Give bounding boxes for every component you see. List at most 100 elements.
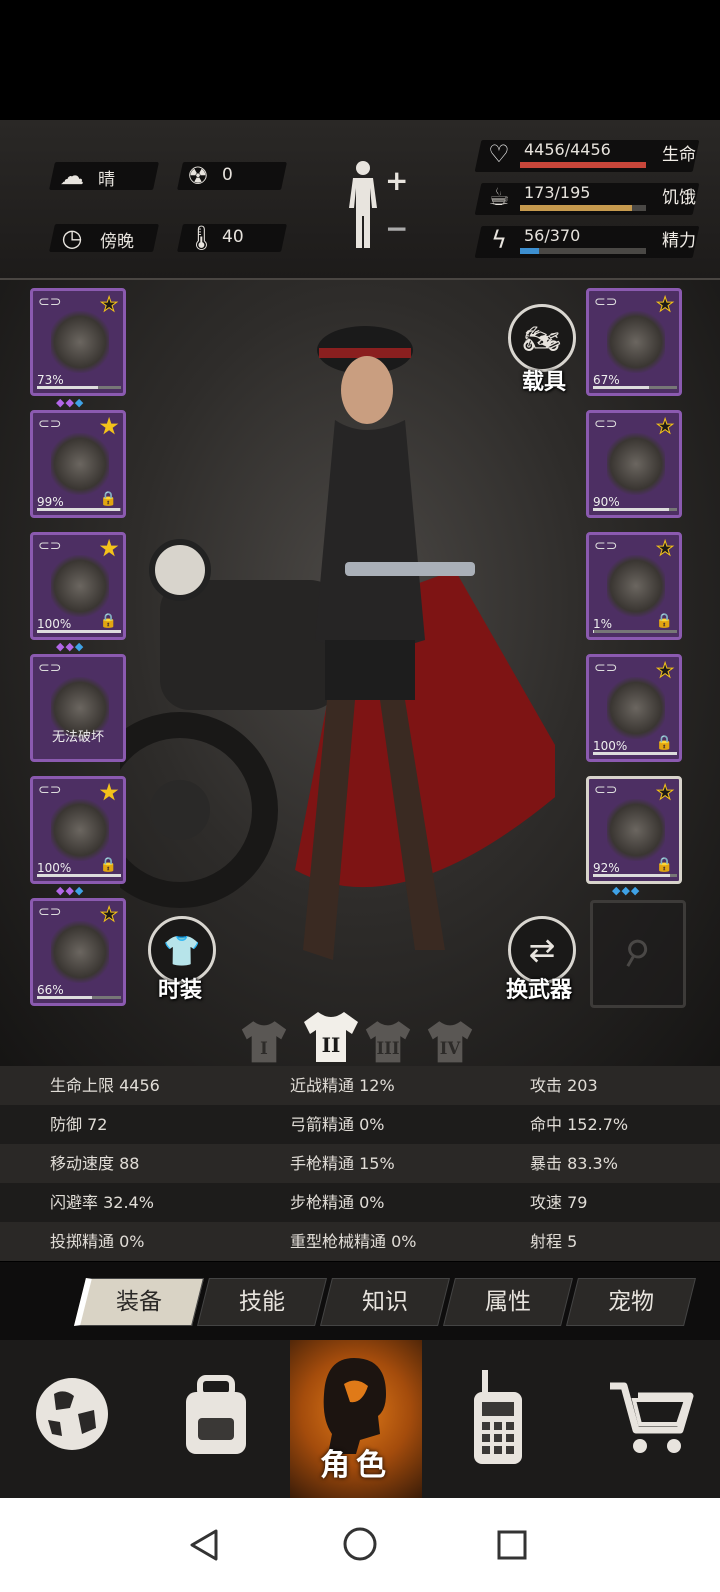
heart-pulse-icon: ♡ bbox=[488, 140, 510, 168]
stat-cell: 投掷精通 0% bbox=[50, 1232, 145, 1251]
minus-sign: − bbox=[385, 212, 408, 245]
equip-slot-shirt[interactable]: ⊂⊃ ★ 99% 🔒 bbox=[30, 410, 126, 518]
lock-icon: 🔒 bbox=[99, 857, 117, 873]
hunger-text: 173/195 bbox=[524, 183, 591, 202]
switch-weapon-label: 换武器 bbox=[506, 978, 573, 1003]
thermometer-icon: 🌡 bbox=[186, 224, 217, 252]
outfit-slot-3[interactable]: III bbox=[362, 1018, 414, 1064]
durability-percent: 66% bbox=[37, 983, 64, 997]
lock-icon: 🔒 bbox=[99, 613, 117, 629]
durability-bar bbox=[593, 752, 677, 755]
radiation-icon: ☢ bbox=[187, 162, 209, 190]
home-icon[interactable] bbox=[342, 1526, 378, 1562]
revolver-icon bbox=[607, 799, 665, 861]
vehicle-label: 载具 bbox=[522, 370, 567, 395]
lightning-icon: ϟ bbox=[491, 226, 507, 254]
durability-percent: 1% bbox=[593, 617, 613, 631]
tshirt-icon: 👕 bbox=[163, 934, 201, 969]
link-icon: ⊂⊃ bbox=[38, 294, 62, 310]
hunger-label: 饥饿 bbox=[662, 188, 696, 208]
equip-slot-backpack[interactable]: ⊂⊃ 无法破坏 bbox=[30, 654, 126, 762]
durability-bar bbox=[37, 874, 121, 877]
equip-slot-pants[interactable]: ⊂⊃ ★ 100% 🔒 bbox=[30, 776, 126, 884]
empty-weapon-slot[interactable]: ⚲ bbox=[590, 900, 686, 1008]
equip-slot-boots[interactable]: ⊂⊃ ★ 66% bbox=[30, 898, 126, 1006]
tshirt-icon: III bbox=[365, 1021, 411, 1063]
durability-percent: 73% bbox=[37, 373, 64, 387]
tab-bar: 装备 技能 知识 属性 宠物 bbox=[0, 1262, 720, 1340]
energy-bar bbox=[520, 248, 646, 254]
body-silhouette-icon: + − bbox=[349, 161, 408, 248]
camo-helmet-icon bbox=[51, 311, 109, 373]
nav-character-label: 角色 bbox=[320, 1448, 392, 1483]
svg-text:IV: IV bbox=[440, 1039, 461, 1058]
stat-cell: 移动速度 88 bbox=[50, 1154, 140, 1173]
nav-inventory-button[interactable] bbox=[144, 1340, 290, 1498]
stats-row: 投掷精通 0% 重型枪械精通 0% 射程 5 bbox=[0, 1222, 720, 1261]
outfit-slot-1[interactable]: I bbox=[238, 1018, 290, 1064]
equip-slot-goggles[interactable]: ⊂⊃ ★ 67% bbox=[586, 288, 682, 396]
outfit-slot-4[interactable]: IV bbox=[424, 1018, 476, 1064]
equip-slot-revolver[interactable]: ⊂⊃ ★ 92% 🔒 bbox=[586, 776, 682, 884]
nav-shop-button[interactable] bbox=[572, 1340, 720, 1498]
link-icon: ⊂⊃ bbox=[594, 660, 618, 676]
motorcycle-icon: 🏍 bbox=[522, 322, 562, 357]
durability-bar bbox=[593, 874, 677, 877]
link-icon: ⊂⊃ bbox=[38, 904, 62, 920]
durability-percent: 100% bbox=[593, 739, 628, 753]
stats-row: 闪避率 32.4% 步枪精通 0% 攻速 79 bbox=[0, 1183, 720, 1222]
durability-percent: 100% bbox=[37, 617, 72, 631]
fashion-label: 时装 bbox=[158, 978, 203, 1003]
tab-label: 技能 bbox=[239, 1289, 285, 1315]
boots-icon bbox=[51, 921, 109, 983]
stat-cell: 生命上限 4456 bbox=[50, 1076, 160, 1095]
equip-slot-vest[interactable]: ⊂⊃ ★ 1% 🔒 bbox=[586, 532, 682, 640]
health-label: 生命 bbox=[662, 145, 696, 165]
radiation-value: 0 bbox=[222, 165, 233, 185]
stat-cell: 步枪精通 0% bbox=[290, 1193, 385, 1212]
durability-bar bbox=[593, 630, 677, 633]
energy-text: 56/370 bbox=[524, 226, 581, 245]
equip-slot-helmet[interactable]: ⊂⊃ ★ 73% bbox=[30, 288, 126, 396]
energy-label: 精力 bbox=[662, 231, 696, 251]
gem-sockets: ◆◆◆ bbox=[56, 396, 85, 409]
durability-percent: 90% bbox=[593, 495, 620, 509]
tab-label: 属性 bbox=[485, 1289, 531, 1315]
swap-arrows-icon: ⇄ bbox=[528, 931, 556, 969]
link-icon: ⊂⊃ bbox=[38, 416, 62, 432]
recents-icon[interactable] bbox=[496, 1529, 528, 1561]
nav-character-button[interactable]: 角色 bbox=[290, 1340, 422, 1498]
goggles-icon bbox=[607, 311, 665, 373]
stomach-icon: ☕ bbox=[488, 183, 510, 211]
coat-icon bbox=[51, 555, 109, 617]
vehicle-button[interactable]: 🏍 bbox=[508, 304, 576, 372]
shopping-cart-icon bbox=[610, 1382, 694, 1453]
equip-slot-coat[interactable]: ⊂⊃ ★ 100% 🔒 bbox=[30, 532, 126, 640]
bottle-icon: ⚲ bbox=[614, 929, 657, 977]
hunger-bar bbox=[520, 205, 646, 211]
stat-cell: 射程 5 bbox=[530, 1232, 578, 1251]
system-nav-bar bbox=[0, 1498, 720, 1592]
link-icon: ⊂⊃ bbox=[594, 782, 618, 798]
nav-radio-button[interactable] bbox=[422, 1340, 572, 1498]
stat-cell: 重型枪械精通 0% bbox=[290, 1232, 417, 1251]
nav-map-button[interactable] bbox=[0, 1340, 144, 1498]
stats-row: 生命上限 4456 近战精通 12% 攻击 203 bbox=[0, 1066, 720, 1105]
top-black-band bbox=[0, 0, 720, 120]
svg-text:III: III bbox=[376, 1039, 399, 1058]
outfit-slot-2[interactable]: II bbox=[300, 1008, 362, 1064]
equip-slot-bracer[interactable]: ⊂⊃ ★ 100% 🔒 bbox=[586, 654, 682, 762]
stat-cell: 防御 72 bbox=[50, 1115, 108, 1134]
link-icon: ⊂⊃ bbox=[38, 538, 62, 554]
back-icon[interactable] bbox=[188, 1528, 220, 1562]
clock-icon: ◷ bbox=[61, 224, 83, 252]
body-toggle[interactable]: + − bbox=[345, 158, 415, 254]
health-text: 4456/4456 bbox=[524, 140, 611, 159]
lock-icon: 🔒 bbox=[99, 491, 117, 507]
equip-slot-gas-mask[interactable]: ⊂⊃ ★ 90% bbox=[586, 410, 682, 518]
partly-cloudy-icon: ☁ bbox=[60, 162, 84, 190]
character-art bbox=[295, 326, 555, 960]
stats-row: 防御 72 弓箭精通 0% 命中 152.7% bbox=[0, 1105, 720, 1144]
link-icon: ⊂⊃ bbox=[38, 782, 62, 798]
durability-percent: 67% bbox=[593, 373, 620, 387]
